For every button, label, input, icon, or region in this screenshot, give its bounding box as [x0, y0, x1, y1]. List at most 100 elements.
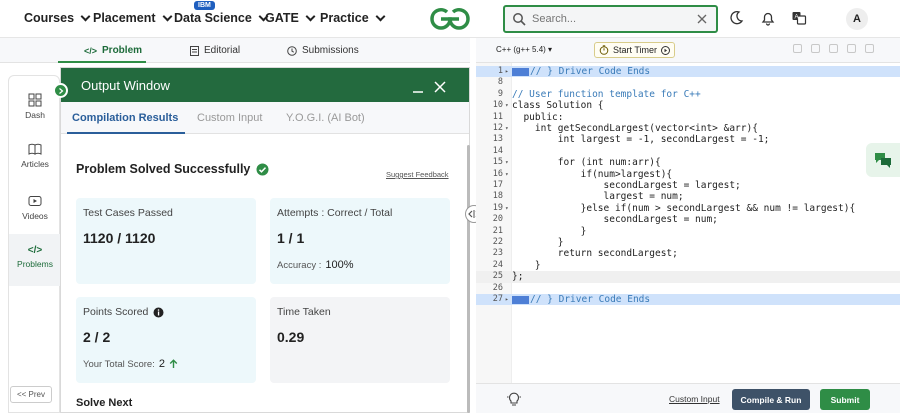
expand-sidebar-button[interactable] — [53, 83, 68, 98]
editor-toolbar: C++ (g++ 5.4) ▾ Start Timer — [476, 38, 900, 63]
line-number: 12 — [492, 123, 503, 133]
language-select[interactable]: C++ (g++ 5.4) ▾ — [496, 45, 552, 54]
folded-region-marker[interactable] — [512, 67, 529, 76]
lightbulb-icon[interactable] — [506, 391, 522, 407]
submit-button[interactable]: Submit — [820, 389, 870, 410]
start-timer-button[interactable]: Start Timer — [594, 42, 676, 58]
arrow-up-icon — [169, 359, 178, 368]
code-line[interactable]: 23 return secondLargest; — [476, 248, 900, 259]
line-text: class Solution { — [512, 100, 604, 111]
code-line[interactable]: 1 ▸ // } Driver Code Ends — [476, 66, 900, 78]
code-line[interactable]: 22 } — [476, 237, 900, 248]
check-circle-icon — [256, 163, 269, 175]
line-code: secondLargest = num; — [512, 214, 718, 226]
compile-run-button[interactable]: Compile & Run — [732, 389, 810, 410]
reset-icon[interactable] — [847, 44, 856, 53]
sidebar-item-videos[interactable]: Videos — [9, 194, 61, 221]
tab-editorial-label: Editorial — [204, 45, 241, 56]
tab-editorial[interactable]: Editorial — [190, 45, 240, 56]
nav-placement[interactable]: Placement — [93, 11, 172, 25]
translate-button[interactable]: A — [791, 10, 807, 26]
line-text: public: — [512, 112, 563, 123]
folded-region-marker[interactable] — [512, 295, 529, 304]
tab-compilation-results[interactable]: Compilation Results — [72, 112, 178, 124]
code-line[interactable]: 20 secondLargest = num; — [476, 214, 900, 225]
nav-courses[interactable]: Courses — [24, 11, 91, 25]
code-editor[interactable]: 1 ▸// } Driver Code Ends 8 9// User functio… — [476, 63, 900, 383]
fullscreen-icon[interactable] — [865, 44, 874, 53]
code-line[interactable]: 15 ▾ for (int num:arr){ — [476, 157, 900, 168]
nav-gate[interactable]: GATE — [265, 11, 316, 25]
line-number: 22 — [492, 237, 503, 247]
output-tabs: Compilation Results Custom Input Y.O.G.I… — [61, 102, 469, 134]
nav-data-science[interactable]: Data Science — [174, 11, 269, 25]
document-icon — [190, 45, 199, 56]
sidebar-item-label: Problems — [17, 259, 53, 269]
minimize-icon[interactable] — [412, 82, 424, 94]
close-icon[interactable] — [434, 81, 446, 93]
nav-practice[interactable]: Practice — [320, 11, 386, 25]
custom-input-link[interactable]: Custom Input — [669, 394, 720, 404]
notifications-button[interactable] — [760, 10, 776, 26]
close-icon[interactable] — [696, 13, 708, 25]
code-line[interactable]: 10 ▾ class Solution { — [476, 100, 900, 111]
prev-button[interactable]: << Prev — [10, 386, 52, 403]
code-line[interactable]: 14 — [476, 146, 900, 157]
theme-toggle-button[interactable] — [728, 10, 744, 26]
code-line[interactable]: 27 ▸ // } Driver Code Ends — [476, 294, 900, 306]
code-line[interactable]: 16 ▾ if(num>largest){ — [476, 169, 900, 180]
test-cases-card: Test Cases Passed 1120 / 1120 — [76, 198, 256, 284]
code-line[interactable]: 26 — [476, 283, 900, 294]
line-text: if(num>largest){ — [512, 168, 673, 180]
line-number: 25 — [492, 271, 503, 282]
search-input[interactable] — [532, 13, 682, 25]
tab-problem[interactable]: </> Problem — [84, 45, 142, 56]
line-code: if(num>largest){ — [512, 168, 673, 180]
info-icon[interactable] — [153, 307, 164, 318]
card-label: Points Scored — [83, 306, 164, 318]
code-line[interactable]: 19 ▾ }else if(num > secondLargest && num … — [476, 203, 900, 214]
gfg-logo[interactable] — [428, 6, 472, 32]
fold-toggle-icon[interactable]: ▸ — [505, 66, 509, 77]
suggest-feedback-link[interactable]: Suggest Feedback — [386, 170, 449, 179]
code-line[interactable]: 13 int largest = -1, secondLargest = -1; — [476, 134, 900, 145]
chevron-down-icon — [80, 11, 91, 21]
code-line[interactable]: 17 secondLargest = largest; — [476, 180, 900, 191]
card-label: Attempts : Correct / Total — [277, 207, 393, 219]
fold-toggle-icon[interactable]: ▾ — [505, 123, 509, 134]
tab-submissions[interactable]: Submissions — [287, 45, 359, 56]
line-number: 14 — [492, 145, 503, 156]
fold-toggle-icon[interactable]: ▾ — [505, 100, 509, 111]
line-text: } — [512, 237, 564, 248]
code-line[interactable]: 8 — [476, 77, 900, 88]
accuracy-value: 100% — [325, 259, 354, 271]
book-icon — [28, 143, 42, 155]
tab-custom-input[interactable]: Custom Input — [197, 112, 262, 124]
sidebar-item-articles[interactable]: Articles — [9, 142, 61, 169]
fold-toggle-icon[interactable]: ▾ — [505, 169, 509, 180]
output-scrollbar[interactable] — [467, 145, 470, 413]
sidebar-item-dash[interactable]: Dash — [9, 93, 61, 120]
fold-toggle-icon[interactable]: ▸ — [505, 294, 509, 305]
search-box[interactable] — [503, 5, 718, 33]
points-label: Points Scored — [83, 306, 149, 318]
code-line[interactable]: 9 // User function template for C++ — [476, 89, 900, 100]
chat-button[interactable] — [866, 143, 900, 177]
code-line[interactable]: 24 } — [476, 260, 900, 271]
paste-icon[interactable] — [811, 44, 820, 53]
sidebar-item-problems[interactable]: </> Problems — [9, 234, 61, 286]
code-line[interactable]: 11 public: — [476, 112, 900, 123]
card-value: 1 / 1 — [277, 230, 305, 246]
fold-toggle-icon[interactable]: ▾ — [505, 203, 509, 214]
card-label: Test Cases Passed — [83, 207, 173, 219]
fold-toggle-icon[interactable]: ▾ — [505, 157, 509, 168]
code-line[interactable]: 25}; — [476, 271, 900, 283]
avatar[interactable]: A — [846, 8, 868, 30]
line-number: 8 — [497, 77, 503, 88]
code-line[interactable]: 18 largest = num; — [476, 191, 900, 202]
code-line[interactable]: 21 } — [476, 226, 900, 237]
tab-yogi-ai-bot[interactable]: Y.O.G.I. (AI Bot) — [286, 112, 365, 124]
settings-icon[interactable] — [829, 44, 838, 53]
copy-icon[interactable] — [793, 44, 802, 53]
code-line[interactable]: 12 ▾ int getSecondLargest(vector<int> &ar… — [476, 123, 900, 134]
